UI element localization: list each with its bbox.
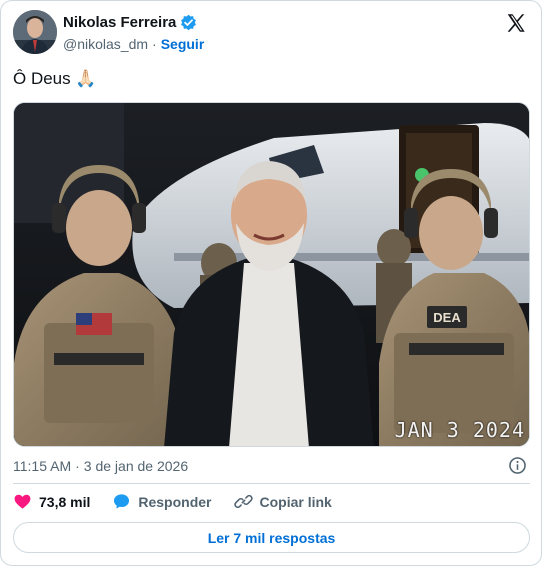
copy-link-label: Copiar link bbox=[259, 493, 332, 510]
action-bar: 73,8 mil Responder Copiar link bbox=[13, 492, 354, 511]
timestamp-separator: · bbox=[75, 458, 80, 474]
tweet-card: Nikolas Ferreira @nikolas_dm · Seguir Ô … bbox=[0, 0, 542, 566]
follow-button[interactable]: Seguir bbox=[161, 36, 205, 52]
read-replies-button[interactable]: Ler 7 mil respostas bbox=[13, 522, 530, 553]
like-count: 73,8 mil bbox=[39, 493, 91, 510]
divider bbox=[13, 483, 530, 484]
info-icon[interactable] bbox=[508, 456, 527, 475]
verified-badge-icon bbox=[181, 14, 197, 31]
tweet-text: Ô Deus 🙏🏻 bbox=[13, 69, 97, 88]
author-name-row: Nikolas Ferreira bbox=[63, 14, 197, 31]
tweet-photo[interactable]: DEA JAN 3 2024 bbox=[13, 102, 530, 447]
link-icon bbox=[233, 494, 253, 509]
author-handle-row: @nikolas_dm · Seguir bbox=[63, 36, 204, 52]
reply-label: Responder bbox=[138, 493, 212, 510]
heart-icon bbox=[14, 494, 31, 509]
photo-scene: DEA bbox=[14, 103, 529, 446]
x-logo-icon[interactable] bbox=[505, 12, 527, 34]
tweet-date: 3 de jan de 2026 bbox=[83, 458, 189, 474]
reply-button[interactable]: Responder bbox=[112, 492, 212, 511]
reply-bubble-icon bbox=[114, 494, 130, 509]
tweet-timestamp[interactable]: 11:15 AM · 3 de jan de 2026 bbox=[13, 458, 188, 474]
author-name[interactable]: Nikolas Ferreira bbox=[63, 14, 176, 31]
author-handle[interactable]: @nikolas_dm bbox=[63, 36, 148, 52]
separator-dot: · bbox=[152, 36, 157, 52]
dea-patch: DEA bbox=[433, 310, 461, 325]
like-button[interactable]: 73,8 mil bbox=[13, 492, 90, 511]
copy-link-button[interactable]: Copiar link bbox=[233, 492, 332, 511]
avatar[interactable] bbox=[13, 10, 57, 54]
tweet-time: 11:15 AM bbox=[13, 458, 72, 474]
photo-timestamp: JAN 3 2024 bbox=[394, 418, 525, 442]
avatar-image bbox=[13, 10, 57, 54]
